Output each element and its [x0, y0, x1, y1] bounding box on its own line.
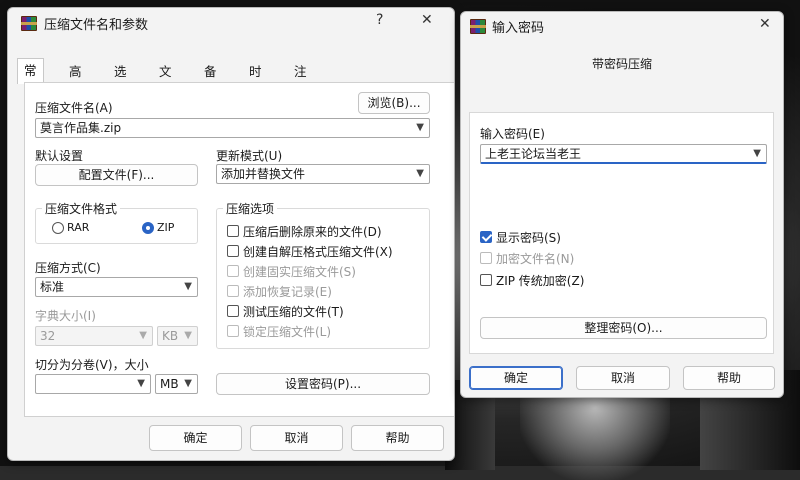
format-rar-label[interactable]: RAR: [67, 221, 89, 234]
set-password-button[interactable]: 设置密码(P)...: [216, 373, 430, 395]
chevron-down-icon[interactable]: ▼: [416, 119, 424, 137]
chevron-down-icon[interactable]: ▼: [184, 278, 192, 296]
ok-button[interactable]: 确定: [149, 425, 242, 451]
lock-archive-label[interactable]: 锁定压缩文件(L): [243, 323, 331, 340]
test-files-checkbox[interactable]: [227, 305, 239, 317]
update-mode-select[interactable]: 添加并替换文件 ▼: [216, 164, 430, 184]
archive-name-dialog: 压缩文件名和参数 ? ✕ 常规 高级 选项 文件 备份 时间 注释 压缩文件名(…: [7, 7, 455, 461]
solid-archive-label[interactable]: 创建固实压缩文件(S): [243, 263, 356, 280]
show-password-label[interactable]: 显示密码(S): [496, 229, 561, 246]
tab-backup[interactable]: 备份: [197, 59, 224, 102]
chevron-down-icon[interactable]: ▼: [753, 145, 761, 162]
cancel-button[interactable]: 取消: [250, 425, 343, 451]
test-files-label[interactable]: 测试压缩的文件(T): [243, 303, 344, 320]
method-select[interactable]: 标准 ▼: [35, 277, 198, 297]
archive-options-title: 压缩选项: [223, 200, 278, 217]
format-rar-radio[interactable]: [52, 222, 64, 234]
archive-format-group: 压缩文件格式 RAR ZIP: [35, 200, 198, 244]
default-settings-label: 默认设置: [35, 149, 84, 163]
tab-advanced[interactable]: 高级: [62, 59, 89, 102]
chevron-down-icon[interactable]: ▼: [416, 165, 424, 183]
split-unit-value: MB: [160, 377, 179, 391]
password-value: 上老王论坛当老王: [485, 147, 582, 161]
chevron-down-icon[interactable]: ▼: [139, 327, 147, 345]
dict-size-value: 32: [40, 329, 56, 343]
update-mode-value: 添加并替换文件: [221, 167, 306, 181]
delete-after-label[interactable]: 压缩后删除原来的文件(D): [243, 223, 382, 240]
chevron-down-icon[interactable]: ▼: [137, 375, 145, 393]
split-volumes-label: 切分为分卷(V)，大小: [35, 358, 149, 372]
tab-comment[interactable]: 注释: [287, 59, 314, 102]
winrar-icon: [21, 16, 37, 31]
archive-name-label: 压缩文件名(A): [35, 101, 113, 115]
tab-time[interactable]: 时间: [242, 59, 269, 102]
general-tab-panel: 压缩文件名(A) 浏览(B)... 莫言作品集.zip ▼ 默认设置 配置文件(…: [24, 82, 454, 417]
help-icon[interactable]: ?: [376, 12, 383, 28]
tab-files[interactable]: 文件: [152, 59, 179, 102]
encrypt-names-checkbox[interactable]: [480, 252, 492, 264]
password-dialog: 输入密码 ✕ 带密码压缩 输入密码(E) 上老王论坛当老王 ▼ 显示密码(S) …: [460, 11, 784, 398]
tab-general[interactable]: 常规: [17, 58, 44, 101]
zip-legacy-label[interactable]: ZIP 传统加密(Z): [496, 272, 584, 289]
close-icon[interactable]: ✕: [421, 12, 433, 28]
show-password-checkbox[interactable]: [480, 231, 492, 243]
method-value: 标准: [40, 280, 65, 294]
password-help-button[interactable]: 帮助: [683, 366, 775, 390]
encrypt-names-label[interactable]: 加密文件名(N): [496, 250, 574, 267]
close-icon[interactable]: ✕: [759, 16, 771, 32]
update-mode-label: 更新模式(U): [216, 149, 283, 163]
create-sfx-checkbox[interactable]: [227, 245, 239, 257]
delete-after-checkbox[interactable]: [227, 225, 239, 237]
password-ok-button[interactable]: 确定: [469, 366, 563, 390]
winrar-icon: [470, 19, 486, 34]
archive-name-input[interactable]: 莫言作品集.zip ▼: [35, 118, 430, 138]
tab-options[interactable]: 选项: [107, 59, 134, 102]
organize-passwords-button[interactable]: 整理密码(O)...: [480, 317, 767, 339]
format-zip-label[interactable]: ZIP: [157, 221, 174, 234]
archive-options-group: 压缩选项 压缩后删除原来的文件(D) 创建自解压格式压缩文件(X) 创建固实压缩…: [216, 200, 430, 349]
password-dialog-title: 输入密码: [492, 21, 545, 36]
password-input[interactable]: 上老王论坛当老王 ▼: [480, 144, 767, 164]
browse-button[interactable]: 浏览(B)...: [358, 92, 430, 114]
method-label: 压缩方式(C): [35, 261, 101, 275]
archive-name-value: 莫言作品集.zip: [40, 121, 122, 135]
password-cancel-button[interactable]: 取消: [576, 366, 670, 390]
solid-archive-checkbox[interactable]: [227, 265, 239, 277]
dict-size-label: 字典大小(I): [35, 309, 96, 323]
password-title-bar[interactable]: 输入密码 ✕: [461, 12, 783, 40]
title-bar[interactable]: 压缩文件名和参数 ? ✕: [8, 8, 454, 36]
zip-legacy-checkbox[interactable]: [480, 274, 492, 286]
create-sfx-label[interactable]: 创建自解压格式压缩文件(X): [243, 243, 393, 260]
format-zip-radio[interactable]: [142, 222, 154, 234]
profiles-button[interactable]: 配置文件(F)...: [35, 164, 198, 186]
archive-format-title: 压缩文件格式: [42, 200, 121, 217]
password-panel: 输入密码(E) 上老王论坛当老王 ▼ 显示密码(S) 加密文件名(N) ZIP …: [469, 112, 774, 354]
chevron-down-icon[interactable]: ▼: [184, 327, 192, 345]
password-label: 输入密码(E): [480, 127, 545, 141]
chevron-down-icon[interactable]: ▼: [184, 375, 192, 393]
recovery-record-label[interactable]: 添加恢复记录(E): [243, 283, 332, 300]
dialog-title: 压缩文件名和参数: [44, 18, 149, 33]
help-button[interactable]: 帮助: [351, 425, 444, 451]
dict-unit-value: KB: [162, 329, 179, 343]
dict-size-select[interactable]: 32 ▼: [35, 326, 153, 346]
split-size-input[interactable]: ▼: [35, 374, 151, 394]
lock-archive-checkbox[interactable]: [227, 325, 239, 337]
password-subtitle: 带密码压缩: [592, 57, 653, 71]
dict-unit-select[interactable]: KB ▼: [157, 326, 198, 346]
recovery-record-checkbox[interactable]: [227, 285, 239, 297]
split-unit-select[interactable]: MB ▼: [155, 374, 198, 394]
